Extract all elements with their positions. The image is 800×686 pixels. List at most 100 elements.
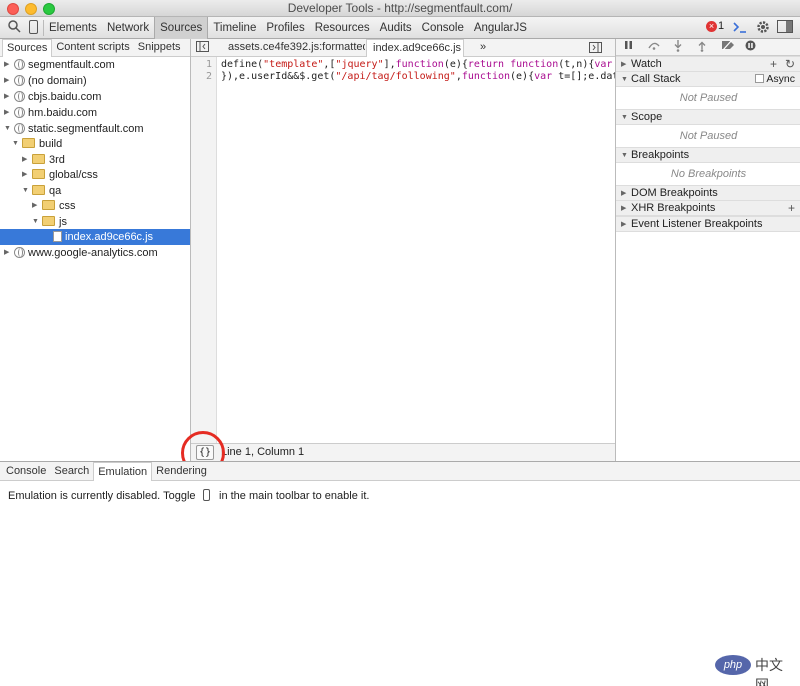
editor-status-bar: {} Line 1, Column 1 [191, 443, 615, 461]
collapse-triangle-icon[interactable]: ▼ [32, 214, 42, 230]
emulation-message-suffix: in the main toolbar to enable it. [219, 490, 370, 502]
collapse-triangle-icon[interactable]: ▼ [621, 72, 631, 87]
collapse-triangle-icon[interactable]: ▼ [621, 110, 631, 125]
scope-pane-header[interactable]: ▼ Scope [616, 109, 800, 125]
tree-item-segmentfault[interactable]: ▶ segmentfault.com [4, 57, 115, 73]
tree-item-js[interactable]: ▼ js [32, 214, 67, 230]
tree-item-no-domain[interactable]: ▶ (no domain) [4, 73, 87, 89]
tree-item-cbjs-baidu[interactable]: ▶ cbjs.baidu.com [4, 89, 101, 105]
file-icon [53, 231, 62, 242]
line-gutter: 1 2 [191, 57, 217, 443]
expand-triangle-icon[interactable]: ▶ [621, 57, 631, 72]
tree-item-qa[interactable]: ▼ qa [22, 183, 61, 199]
tab-timeline[interactable]: Timeline [208, 17, 261, 39]
tab-angularjs[interactable]: AngularJS [469, 17, 532, 39]
breakpoints-pane-header[interactable]: ▼ Breakpoints [616, 147, 800, 163]
expand-triangle-icon[interactable]: ▶ [621, 201, 631, 216]
pane-title: Watch [631, 58, 662, 70]
debugger-sidebar: ▶ Watch + ↻ ▼ Call Stack Async Not Paused … [615, 39, 800, 461]
toggle-debugger-icon[interactable] [589, 41, 602, 57]
dock-side-icon[interactable] [777, 20, 793, 37]
add-xhr-breakpoint-icon[interactable]: + [788, 201, 795, 216]
async-checkbox[interactable]: Async [755, 72, 795, 87]
main-toolbar: Elements Network Sources Timeline Profil… [0, 17, 800, 39]
error-icon[interactable]: × [706, 21, 717, 32]
folder-icon [32, 185, 45, 195]
pause-icon[interactable] [624, 40, 633, 53]
tree-item-index-file[interactable]: index.ad9ce66c.js [0, 229, 190, 245]
device-mode-icon [203, 489, 210, 501]
cursor-position: Line 1, Column 1 [221, 446, 305, 458]
expand-triangle-icon[interactable]: ▶ [4, 245, 14, 261]
tab-audits[interactable]: Audits [375, 17, 417, 39]
tree-item-global-css[interactable]: ▶ global/css [22, 167, 98, 183]
expand-triangle-icon[interactable]: ▶ [621, 186, 631, 201]
tab-network[interactable]: Network [102, 17, 154, 39]
line-number[interactable]: 2 [206, 71, 212, 82]
deactivate-breakpoints-icon[interactable] [721, 39, 735, 53]
tab-index-file[interactable]: index.ad9ce66c.js [366, 39, 464, 57]
expand-triangle-icon[interactable]: ▶ [22, 152, 32, 168]
tree-item-3rd[interactable]: ▶ 3rd [22, 152, 65, 168]
toggle-navigator-icon[interactable] [196, 41, 209, 58]
expand-triangle-icon[interactable]: ▶ [621, 217, 631, 232]
checkbox-icon[interactable] [755, 74, 765, 83]
add-watch-icon[interactable]: + [770, 57, 777, 72]
event-listener-breakpoints-pane-header[interactable]: ▶ Event Listener Breakpoints [616, 216, 800, 232]
tab-nav-sources[interactable]: Sources [2, 39, 53, 57]
step-over-icon[interactable] [647, 40, 661, 53]
tree-item-google-analytics[interactable]: ▶ www.google-analytics.com [4, 245, 158, 261]
tab-drawer-rendering[interactable]: Rendering [152, 462, 211, 481]
code-content[interactable]: define("template",["jquery"],function(e)… [221, 57, 615, 443]
collapse-triangle-icon[interactable]: ▼ [621, 148, 631, 163]
expand-triangle-icon[interactable]: ▶ [32, 198, 42, 214]
tab-drawer-search[interactable]: Search [50, 462, 93, 481]
collapse-triangle-icon[interactable]: ▼ [12, 136, 22, 152]
tree-item-label: index.ad9ce66c.js [65, 231, 154, 243]
expand-triangle-icon[interactable]: ▶ [4, 73, 14, 89]
tree-item-label: cbjs.baidu.com [28, 91, 102, 103]
tree-item-css[interactable]: ▶ css [32, 198, 76, 214]
tab-snippets[interactable]: Snippets [134, 39, 185, 57]
collapse-triangle-icon[interactable]: ▼ [22, 183, 32, 199]
expand-triangle-icon[interactable]: ▶ [4, 105, 14, 121]
expand-triangle-icon[interactable]: ▶ [4, 57, 14, 73]
xhr-breakpoints-pane-header[interactable]: ▶ XHR Breakpoints + [616, 200, 800, 216]
tab-drawer-emulation[interactable]: Emulation [93, 462, 153, 481]
tab-sources[interactable]: Sources [154, 17, 209, 39]
tree-item-static-segmentfault[interactable]: ▼ static.segmentfault.com [4, 121, 144, 137]
dom-breakpoints-pane-header[interactable]: ▶ DOM Breakpoints [616, 185, 800, 201]
line-number[interactable]: 1 [206, 59, 212, 70]
call-stack-pane-header[interactable]: ▼ Call Stack Async [616, 71, 800, 87]
pane-title: XHR Breakpoints [631, 202, 716, 214]
async-label: Async [766, 73, 795, 85]
scope-status: Not Paused [679, 130, 738, 142]
refresh-icon[interactable]: ↻ [785, 57, 795, 72]
step-out-icon[interactable] [698, 40, 706, 55]
tree-item-label: js [59, 216, 67, 228]
expand-triangle-icon[interactable]: ▶ [22, 167, 32, 183]
tab-drawer-console[interactable]: Console [2, 462, 50, 481]
tab-content-scripts[interactable]: Content scripts [52, 39, 133, 57]
pane-title: DOM Breakpoints [631, 187, 718, 199]
tab-elements[interactable]: Elements [44, 17, 102, 39]
collapse-triangle-icon[interactable]: ▼ [4, 121, 14, 137]
pause-on-exceptions-icon[interactable] [745, 40, 756, 54]
error-count[interactable]: 1 [718, 20, 724, 32]
gear-icon[interactable] [756, 20, 770, 38]
tab-console[interactable]: Console [417, 17, 469, 39]
folder-icon [32, 154, 45, 164]
folder-icon [42, 200, 55, 210]
tab-profiles[interactable]: Profiles [261, 17, 309, 39]
console-drawer-icon[interactable] [732, 20, 748, 38]
tree-item-hm-baidu[interactable]: ▶ hm.baidu.com [4, 105, 97, 121]
step-into-icon[interactable] [674, 40, 682, 55]
expand-triangle-icon[interactable]: ▶ [4, 89, 14, 105]
inspect-element-icon[interactable] [8, 20, 21, 37]
tabs-overflow-button[interactable]: » [480, 39, 492, 57]
tab-resources[interactable]: Resources [310, 17, 375, 39]
tab-assets-formatted[interactable]: assets.ce4fe392.js:formatted [215, 39, 365, 57]
watch-pane-header[interactable]: ▶ Watch + ↻ [616, 56, 800, 72]
tree-item-build[interactable]: ▼ build [12, 136, 62, 152]
device-mode-icon[interactable] [29, 20, 38, 38]
